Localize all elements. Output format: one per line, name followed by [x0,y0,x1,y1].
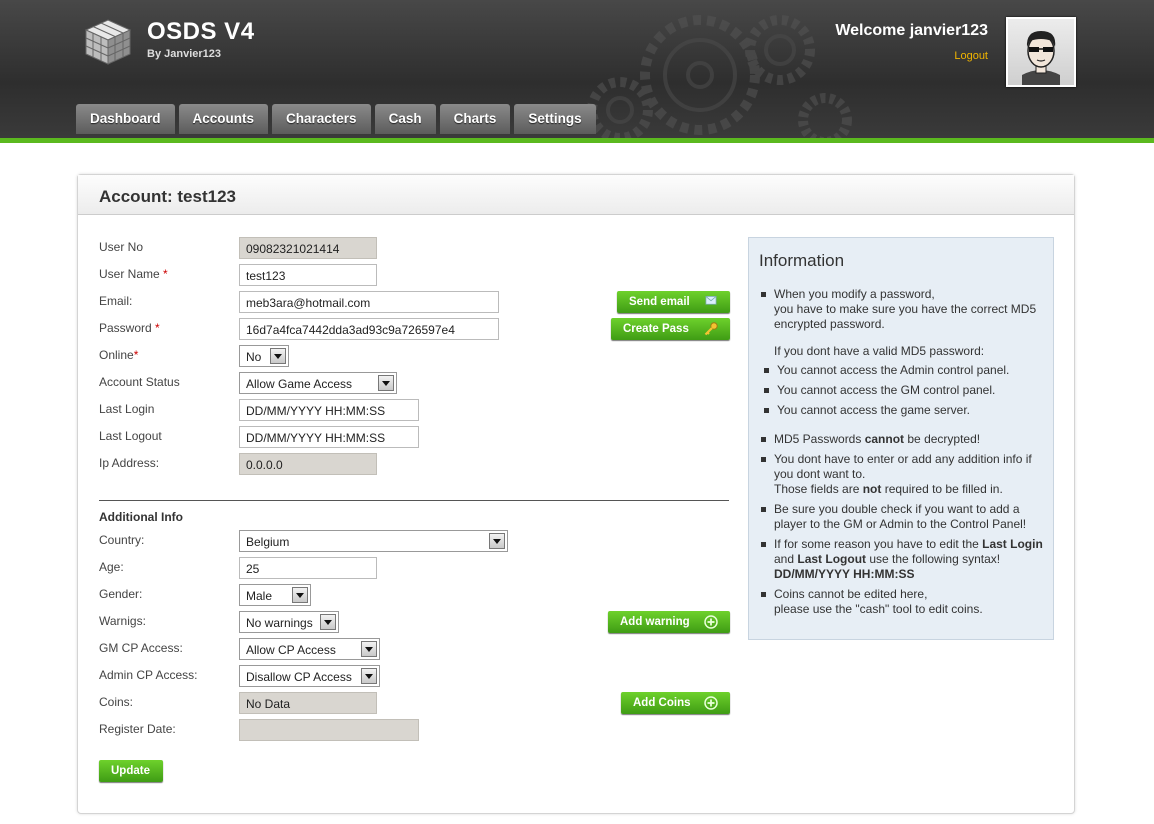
row-ip-address: Ip Address: 0.0.0.0 [99,453,739,475]
row-country: Country: Belgium [99,530,739,552]
info-sub-gm: You cannot access the GM control panel. [764,383,1053,398]
online-label: Online* [99,348,139,362]
info-no-valid-md5: If you dont have a valid MD5 password: [774,344,985,358]
app-title: OSDS V4 [147,18,255,45]
chevron-down-icon [270,348,286,364]
plus-circle-icon [704,615,718,629]
gender-label: Gender: [99,587,143,601]
info-item-doublecheck: Be sure you double check if you want to … [761,502,1053,532]
row-register-date: Register Date: [99,719,739,741]
add-coins-button[interactable]: Add Coins [621,692,730,714]
send-email-button[interactable]: Send email [617,291,730,313]
tab-cash[interactable]: Cash [374,104,436,134]
chevron-down-icon [292,587,308,603]
online-select[interactable]: No [239,345,289,367]
info-sublist: You cannot access the Admin control pane… [764,363,1053,418]
main-nav: Dashboard Accounts Characters Cash Chart… [76,104,596,134]
plus-circle-icon [704,696,718,710]
row-account-status: Account Status Allow Game Access [99,372,739,394]
info-sub-admin: You cannot access the Admin control pane… [764,363,1053,378]
gears-decoration [587,15,852,138]
row-age: Age: 25 [99,557,739,579]
age-input[interactable]: 25 [239,557,377,579]
app-subtitle: By Janvier123 [147,48,221,60]
info-list: When you modify a password, you have to m… [761,287,1053,332]
information-box: Information When you modify a password, y… [748,237,1054,640]
tab-accounts[interactable]: Accounts [178,104,269,134]
add-warning-button[interactable]: Add warning [608,611,730,633]
age-label: Age: [99,560,124,574]
last-login-label: Last Login [99,402,155,416]
tab-charts[interactable]: Charts [439,104,511,134]
register-date-field [239,719,419,741]
info-item-password: When you modify a password, you have to m… [761,287,1053,332]
create-pass-button[interactable]: Create Pass [611,318,730,340]
header-accent-bar [0,138,1154,143]
country-label: Country: [99,533,145,547]
chevron-down-icon [320,614,336,630]
warnings-label: Warnigs: [99,614,146,628]
row-user-name: User Name * test123 [99,264,739,286]
update-button[interactable]: Update [99,760,163,782]
welcome-text: Welcome janvier123 [835,22,988,39]
info-sub-server: You cannot access the game server. [764,403,1053,418]
password-input[interactable]: 16d7a4fca7442dda3ad93c9a726597e4 [239,318,499,340]
info-item-coins: Coins cannot be edited here, please use t… [761,587,1053,617]
user-no-label: User No [99,240,144,254]
tab-dashboard[interactable]: Dashboard [76,104,175,134]
ip-address-label: Ip Address: [99,456,160,470]
additional-info-heading: Additional Info [99,510,183,524]
user-name-input[interactable]: test123 [239,264,377,286]
chevron-down-icon [361,641,377,657]
info-list-2: MD5 Passwords cannot be decrypted! You d… [761,432,1053,617]
admin-cp-label: Admin CP Access: [99,668,198,682]
last-login-input[interactable]: DD/MM/YYYY HH:MM:SS [239,399,419,421]
email-input[interactable]: meb3ara@hotmail.com [239,291,499,313]
header: OSDS V4 By Janvier123 Welcome janvier123… [0,0,1154,138]
gm-cp-select[interactable]: Allow CP Access [239,638,380,660]
gm-cp-label: GM CP Access: [99,641,183,655]
row-online: Online* No [99,345,739,367]
user-name-label: User Name * [99,267,168,281]
information-heading: Information [759,251,845,270]
info-item-edit: If for some reason you have to edit the … [761,537,1053,582]
admin-cp-select[interactable]: Disallow CP Access [239,665,380,687]
page-title: Account: test123 [78,175,1074,215]
account-panel: Account: test123 User No 09082321021414 … [77,174,1075,814]
tab-characters[interactable]: Characters [272,104,371,134]
row-gm-cp: GM CP Access: Allow CP Access [99,638,739,660]
gender-select[interactable]: Male [239,584,311,606]
tab-settings[interactable]: Settings [514,104,596,134]
email-label: Email: [99,294,133,308]
account-status-label: Account Status [99,375,180,389]
avatar-face-icon [1022,31,1060,85]
key-icon [704,322,718,336]
logout-link[interactable]: Logout [954,50,988,62]
chevron-down-icon [489,533,505,549]
chevron-down-icon [361,668,377,684]
avatar[interactable] [1006,17,1076,87]
user-no-field: 09082321021414 [239,237,377,259]
info-item-extra: You dont have to enter or add any additi… [761,452,1053,497]
coins-field: No Data [239,692,377,714]
last-logout-input[interactable]: DD/MM/YYYY HH:MM:SS [239,426,419,448]
chevron-down-icon [378,375,394,391]
register-date-label: Register Date: [99,722,176,736]
account-status-select[interactable]: Allow Game Access [239,372,397,394]
row-admin-cp: Admin CP Access: Disallow CP Access [99,665,739,687]
warnings-select[interactable]: No warnings [239,611,339,633]
row-gender: Gender: Male [99,584,739,606]
cube-logo-icon [84,19,132,65]
section-divider [99,500,729,501]
row-user-no: User No 09082321021414 [99,237,739,259]
row-last-login: Last Login DD/MM/YYYY HH:MM:SS [99,399,739,421]
coins-label: Coins: [99,695,134,709]
last-logout-label: Last Logout [99,429,162,443]
info-item-md5: MD5 Passwords cannot be decrypted! [761,432,1053,447]
envelope-icon [705,296,717,305]
ip-address-field: 0.0.0.0 [239,453,377,475]
password-label: Password * [99,321,160,335]
row-last-logout: Last Logout DD/MM/YYYY HH:MM:SS [99,426,739,448]
country-select[interactable]: Belgium [239,530,508,552]
